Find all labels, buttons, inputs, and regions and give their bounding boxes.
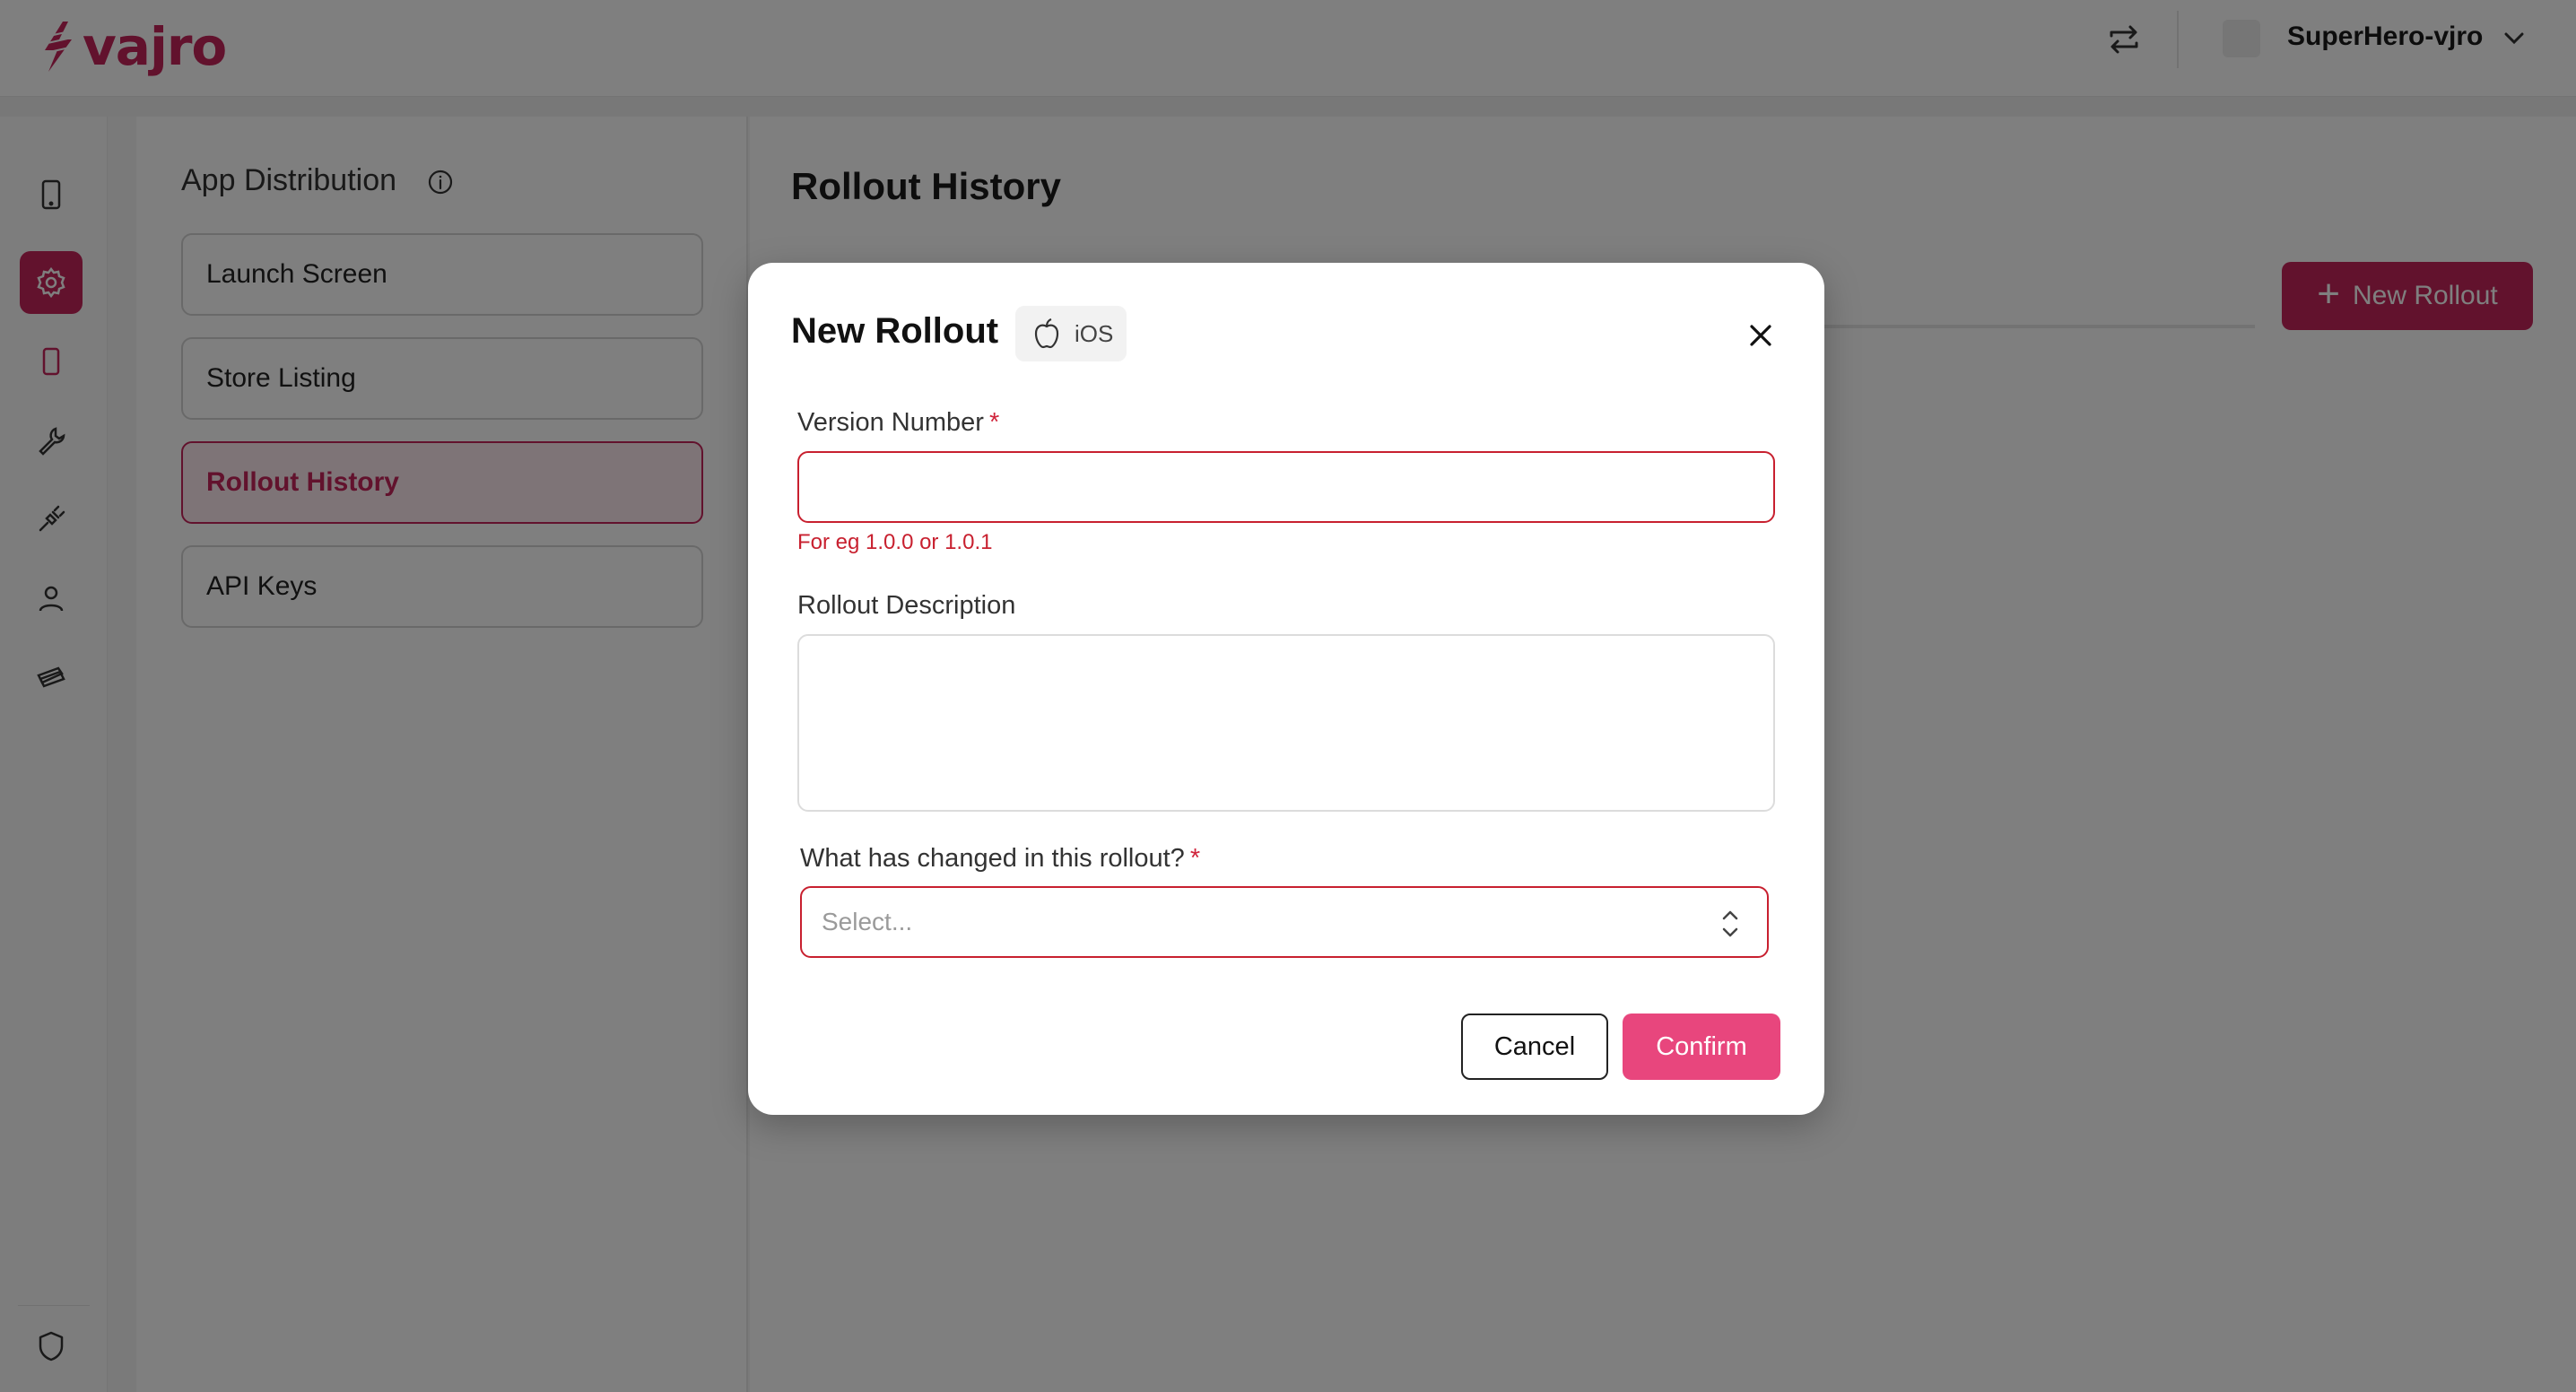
changes-text: What has changed in this rollout? [800, 844, 1185, 873]
version-number-text: Version Number [797, 408, 984, 437]
select-placeholder: Select... [822, 908, 913, 935]
changes-label: What has changed in this rollout? * [800, 844, 1200, 874]
version-hint: For eg 1.0.0 or 1.0.1 [797, 530, 993, 554]
platform-badge: iOS [1015, 306, 1127, 361]
required-mark: * [1189, 844, 1201, 873]
platform-label: iOS [1075, 319, 1114, 347]
rollout-description-textarea[interactable] [797, 634, 1775, 812]
dialog-title: New Rollout [791, 311, 999, 351]
rollout-description-label: Rollout Description [797, 591, 1016, 620]
changes-select[interactable]: Select... [800, 886, 1769, 958]
new-rollout-dialog: New Rollout iOS Version Number * For eg 1… [748, 263, 1824, 1115]
version-number-label: Version Number * [797, 408, 999, 438]
apple-icon [1034, 318, 1059, 349]
confirm-button[interactable]: Confirm [1623, 1014, 1780, 1080]
version-number-input[interactable] [797, 451, 1775, 523]
chevron-up-down-icon [1722, 910, 1738, 937]
close-icon[interactable] [1744, 318, 1778, 352]
cancel-button[interactable]: Cancel [1461, 1014, 1608, 1080]
required-mark: * [988, 408, 1000, 437]
